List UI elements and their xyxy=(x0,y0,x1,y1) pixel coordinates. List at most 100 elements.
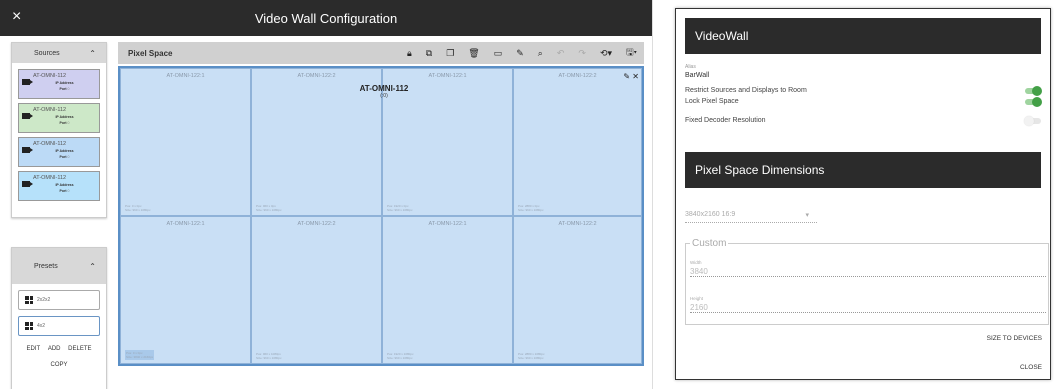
delete-preset-button[interactable]: DELETE xyxy=(68,346,91,352)
lock-label: Lock Pixel Space xyxy=(685,98,739,105)
display-name: AT-OMNI-122:1 xyxy=(428,73,467,79)
lock-toggle[interactable] xyxy=(1025,96,1042,107)
sources-header[interactable]: Sources ⌃ xyxy=(12,43,106,63)
overlay-coords: (:0) xyxy=(380,93,388,99)
display-info: Pos: 960 x 1080px Size: 960 x 1080px xyxy=(256,352,282,360)
display-name: AT-OMNI-122:1 xyxy=(166,221,205,227)
videowall-body: Alias BarWall Restrict Sources and Displ… xyxy=(685,64,1042,126)
display-info: Pos: 2880 x 0px Size: 960 x 1080px xyxy=(518,204,544,212)
videowall-title: VideoWall xyxy=(695,29,749,43)
height-field[interactable]: Height 2160 xyxy=(690,296,1046,313)
display-cell[interactable]: AT-OMNI-122:2 Pos: 2880 x 1080px Size: 96… xyxy=(513,216,642,364)
display-info: Pos: 960 x 0px Size: 960 x 1080px xyxy=(256,204,282,212)
grid-icon xyxy=(25,296,33,304)
fixed-label: Fixed Decoder Resolution xyxy=(685,117,766,124)
merge-icon[interactable]: ❐ xyxy=(446,48,454,59)
display-cell[interactable]: AT-OMNI-122:1 Pos: 0 x 0px Size: 3840 x 2… xyxy=(120,216,251,364)
presets-header[interactable]: Presets ⌃ xyxy=(12,248,106,284)
source-item[interactable]: AT-OMNI-112 IP Address Port 0 xyxy=(18,137,100,167)
size-to-devices-button[interactable]: SIZE TO DEVICES xyxy=(987,335,1042,342)
grid-icon xyxy=(25,322,33,330)
display-icon[interactable]: ▭ xyxy=(494,48,503,59)
copy-preset-button[interactable]: COPY xyxy=(50,362,67,368)
chevron-up-icon[interactable]: ⌃ xyxy=(89,262,96,271)
pixel-space-canvas[interactable]: AT-OMNI-122:1 Pos: 0 x 0px Size: 960 x 10… xyxy=(118,66,644,366)
pixel-space-dimensions-header: Pixel Space Dimensions xyxy=(685,152,1041,188)
alias-label: Alias xyxy=(685,64,696,70)
presets-panel: Presets ⌃ 2x2x2 4x2 EDIT ADD DELETE COPY xyxy=(11,247,107,389)
custom-fieldset: Custom Width 3840 Height 2160 xyxy=(685,238,1049,325)
presets-header-label: Presets xyxy=(34,262,58,270)
width-input[interactable]: 3840 xyxy=(690,267,1046,276)
zoom-icon[interactable]: ⌕ xyxy=(538,48,543,59)
display-info: Pos: 0 x 0px Size: 3840 x 2160px xyxy=(125,350,155,360)
height-input[interactable]: 2160 xyxy=(690,303,1046,312)
save-icon[interactable]: 🖫▾ xyxy=(626,45,637,61)
source-item[interactable]: AT-OMNI-112 IP Address Port 0 xyxy=(18,69,100,99)
source-name: AT-OMNI-112 xyxy=(33,141,67,147)
refresh-icon[interactable]: ⟲▾ xyxy=(600,48,612,59)
source-port-value: 0 xyxy=(67,155,70,159)
split-icon[interactable]: ⧉ xyxy=(426,48,432,59)
display-info: Pos: 0 x 0px Size: 960 x 1080px xyxy=(125,204,151,212)
source-item[interactable]: AT-OMNI-112 IP Address Port 0 xyxy=(18,103,100,133)
source-item[interactable]: AT-OMNI-112 IP Address Port 0 xyxy=(18,171,100,201)
resolution-select[interactable]: 3840x2160 16:9 ▾ xyxy=(685,211,817,223)
pixel-space-title: Pixel Space xyxy=(128,48,173,58)
display-cell[interactable]: AT-OMNI-122:1 Pos: 0 x 0px Size: 960 x 10… xyxy=(120,68,251,216)
restrict-toggle[interactable] xyxy=(1025,85,1042,96)
width-field[interactable]: Width 3840 xyxy=(690,260,1046,277)
source-ip-label: IP Address xyxy=(55,115,74,119)
display-name: AT-OMNI-122:1 xyxy=(166,73,205,79)
custom-legend: Custom xyxy=(690,238,729,249)
source-port-label: Port xyxy=(59,155,67,159)
display-info: Pos: 2880 x 1080px Size: 960 x 1080px xyxy=(518,352,545,360)
preset-item[interactable]: 2x2x2 xyxy=(18,290,100,310)
fixed-toggle[interactable] xyxy=(1024,115,1041,126)
fixed-row: Fixed Decoder Resolution xyxy=(685,115,1041,126)
display-cell[interactable]: AT-OMNI-122:2 Pos: 2880 x 0px Size: 960 x… xyxy=(513,68,642,216)
sources-panel: Sources ⌃ AT-OMNI-112 IP Address Port 0 … xyxy=(11,42,107,218)
display-cell[interactable]: AT-OMNI-122:2 Pos: 960 x 1080px Size: 960… xyxy=(251,216,382,364)
pencil-icon[interactable]: ✎ xyxy=(623,72,630,81)
add-preset-button[interactable]: ADD xyxy=(48,346,61,352)
pencil-icon[interactable]: ✎ xyxy=(516,48,524,59)
restrict-label: Restrict Sources and Displays to Room xyxy=(685,87,807,94)
display-cell[interactable]: AT-OMNI-122:1 Pos: 1920 x 1080px Size: 96… xyxy=(382,216,513,364)
source-overlay[interactable]: AT-OMNI-112 (:0) xyxy=(354,84,414,99)
height-label: Height xyxy=(690,296,704,301)
source-ip-label: IP Address xyxy=(55,183,74,187)
window-title: Video Wall Configuration xyxy=(254,10,398,26)
left-panel: Sources ⌃ AT-OMNI-112 IP Address Port 0 … xyxy=(11,42,107,389)
chevron-up-icon[interactable]: ⌃ xyxy=(89,49,96,58)
width-label: Width xyxy=(690,260,702,265)
close-button[interactable]: CLOSE xyxy=(1020,364,1042,371)
video-wall-window: × Video Wall Configuration Sources ⌃ AT-… xyxy=(0,0,653,389)
display-name: AT-OMNI-122:2 xyxy=(558,221,597,227)
overlay-tools: ✎ ✕ xyxy=(623,72,639,81)
videowall-header: VideoWall xyxy=(685,18,1041,54)
pixel-space-toolbar: Pixel Space 🔒︎ ⧉ ❐ 🗑︎ ▭ ✎ ⌕ ↶ ↷ ⟲▾ 🖫▾ xyxy=(118,42,644,64)
camera-icon xyxy=(22,113,33,119)
display-name: AT-OMNI-122:2 xyxy=(297,73,336,79)
caret-down-icon: ▾ xyxy=(805,212,809,219)
camera-icon xyxy=(22,181,33,187)
undo-icon[interactable]: ↶ xyxy=(557,48,565,59)
videowall-settings-dialog: VideoWall Alias BarWall Restrict Sources… xyxy=(675,8,1051,380)
preset-item[interactable]: 4x2 xyxy=(18,316,100,336)
preset-label: 4x2 xyxy=(37,323,46,329)
lock-icon[interactable]: 🔒︎ xyxy=(407,48,412,59)
alias-field[interactable]: BarWall xyxy=(685,72,1041,79)
redo-icon[interactable]: ↷ xyxy=(578,48,586,59)
restrict-row: Restrict Sources and Displays to Room xyxy=(685,85,1042,96)
overlay-source-name: AT-OMNI-112 xyxy=(359,84,409,93)
source-ip-label: IP Address xyxy=(55,81,74,85)
close-icon[interactable]: ✕ xyxy=(632,72,639,81)
source-port-value: 0 xyxy=(67,121,70,125)
source-port-value: 0 xyxy=(67,189,70,193)
delete-icon[interactable]: 🗑︎ xyxy=(468,48,479,59)
close-icon[interactable]: × xyxy=(12,8,21,26)
source-name: AT-OMNI-112 xyxy=(33,107,67,113)
source-port-label: Port xyxy=(59,189,67,193)
edit-preset-button[interactable]: EDIT xyxy=(26,346,40,352)
